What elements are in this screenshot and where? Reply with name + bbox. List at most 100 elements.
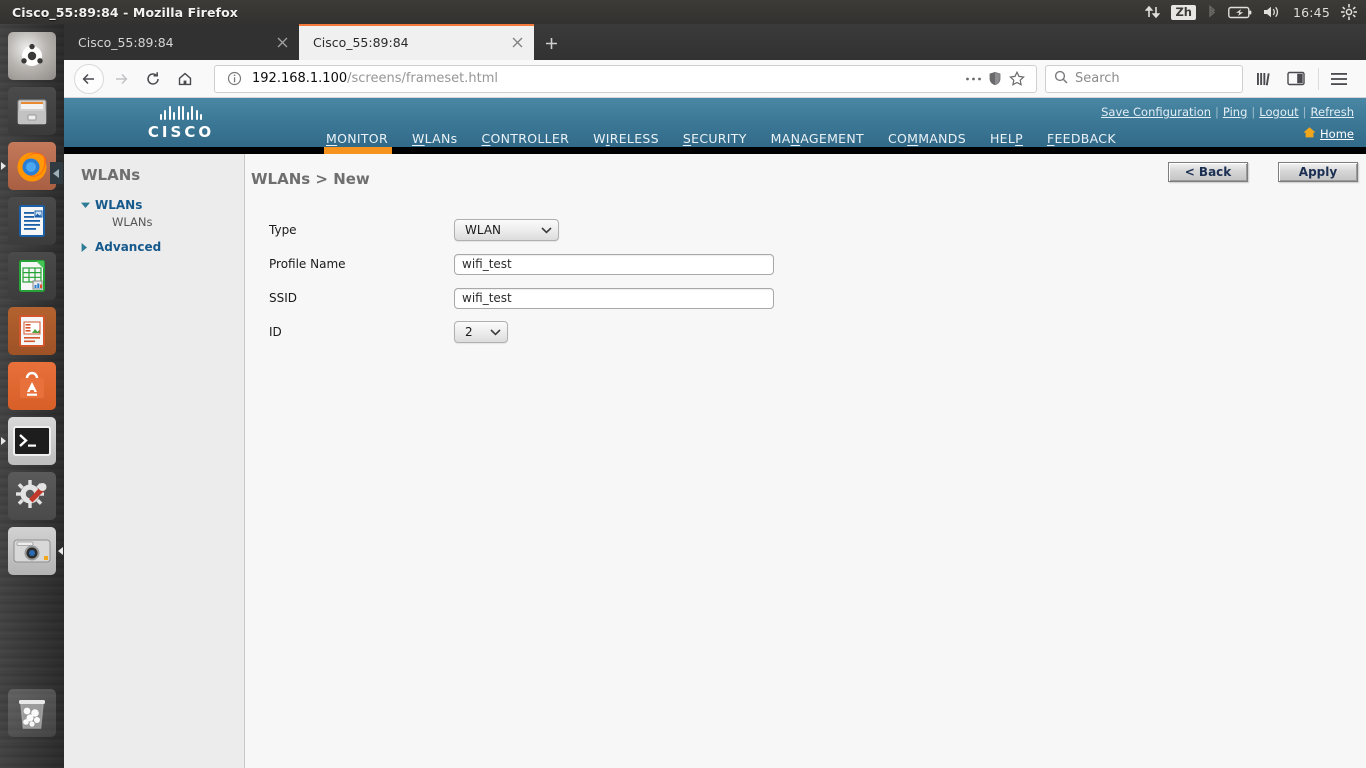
launcher-item-firefox[interactable]	[1, 142, 63, 190]
home-icon[interactable]	[170, 64, 200, 94]
id-label: ID	[269, 325, 282, 339]
nav-item-security[interactable]: SECURITY	[671, 131, 759, 146]
home-link-wrapper[interactable]: Home	[1303, 126, 1354, 141]
sidebar-icon[interactable]	[1281, 64, 1311, 94]
close-icon[interactable]	[508, 33, 526, 51]
launcher-item-system-settings[interactable]	[8, 472, 56, 520]
cisco-nav: MONITOR WLANs CONTROLLER WIRELESS SECURI…	[314, 131, 1128, 146]
tab-title: Cisco_55:89:84	[313, 34, 409, 50]
logout-link[interactable]: Logout	[1259, 105, 1298, 119]
hamburger-menu-icon[interactable]	[1324, 64, 1354, 94]
ping-link[interactable]: Ping	[1223, 105, 1247, 119]
search-icon	[1054, 69, 1068, 88]
sidebar-node-label: Advanced	[95, 240, 162, 254]
ellipsis-icon[interactable]	[962, 68, 984, 90]
launcher-item-libreoffice-impress[interactable]	[8, 307, 56, 355]
running-indicator-left	[1, 437, 6, 445]
bluetooth-icon[interactable]	[1207, 0, 1217, 24]
info-circle-icon[interactable]	[223, 68, 245, 90]
sidebar-child-wlans[interactable]: WLANs	[64, 212, 244, 229]
launcher-item-libreoffice-writer[interactable]	[8, 197, 56, 245]
wlan-new-form: Type WLAN Profile Name wifi_test SSID wi…	[245, 218, 1366, 344]
id-select[interactable]: 2	[454, 321, 508, 343]
library-icon[interactable]	[1249, 64, 1279, 94]
close-icon[interactable]	[273, 33, 291, 51]
input-method-indicator[interactable]: Zh	[1171, 4, 1196, 20]
unity-launcher	[0, 24, 64, 768]
chevron-right-icon[interactable]	[81, 242, 95, 252]
cisco-header: CISCO Save Configuration | Ping | Logout | Ref…	[64, 98, 1366, 154]
save-configuration-link[interactable]: Save Configuration	[1101, 105, 1211, 119]
system-gear-icon[interactable]	[1341, 0, 1357, 24]
launcher-item-terminal[interactable]	[1, 417, 56, 465]
type-select[interactable]: WLAN	[454, 219, 559, 241]
new-tab-button[interactable]	[534, 26, 568, 60]
nav-item-commands[interactable]: COMMANDS	[876, 131, 978, 146]
apply-button[interactable]: Apply	[1278, 162, 1358, 182]
link-separator: |	[1251, 105, 1256, 119]
sidebar-title: WLANs	[81, 166, 141, 184]
cisco-logo[interactable]: CISCO	[126, 106, 236, 141]
type-label: Type	[269, 223, 297, 237]
form-row-ssid: SSID wifi_test	[269, 286, 1366, 310]
url-host: 192.168.1.100	[252, 71, 348, 86]
toolbar-right-actions	[1249, 64, 1356, 94]
nav-item-feedback[interactable]: FEEDBACK	[1035, 131, 1128, 146]
search-input[interactable]: Search	[1045, 64, 1243, 93]
files-cabinet-icon	[8, 87, 56, 135]
launcher-item-files[interactable]	[8, 87, 56, 135]
sidebar-node-wlans[interactable]: WLANs	[64, 194, 244, 212]
battery-charging-icon[interactable]	[1228, 0, 1252, 24]
launcher-item-dash-home[interactable]	[8, 32, 56, 80]
launcher-item-libreoffice-calc[interactable]	[8, 252, 56, 300]
ubuntu-dash-icon	[8, 32, 56, 80]
sidebar-node-advanced[interactable]: Advanced	[64, 236, 244, 254]
terminal-icon	[8, 417, 56, 465]
form-row-type: Type WLAN	[269, 218, 1366, 242]
shield-icon[interactable]	[984, 68, 1006, 90]
sidebar-collapse-button[interactable]	[50, 162, 63, 184]
header-underbar	[64, 147, 1366, 154]
network-up-down-icon[interactable]	[1145, 0, 1161, 24]
link-separator: |	[1302, 105, 1307, 119]
nav-item-wlans[interactable]: WLANs	[400, 131, 470, 146]
launcher-item-camera[interactable]	[8, 527, 63, 575]
profile-name-label: Profile Name	[269, 257, 346, 271]
clock[interactable]: 16:45	[1293, 5, 1330, 20]
star-icon[interactable]	[1006, 68, 1028, 90]
chevron-down-icon[interactable]	[81, 202, 95, 209]
profile-name-input[interactable]: wifi_test	[454, 253, 774, 275]
launcher-item-trash[interactable]	[8, 689, 56, 737]
back-arrow-icon[interactable]	[74, 63, 104, 94]
reload-icon[interactable]	[138, 64, 168, 94]
back-button[interactable]: < Back	[1168, 162, 1248, 182]
camera-icon	[8, 527, 56, 575]
ubuntu-software-bag-icon	[8, 362, 56, 410]
nav-item-wireless[interactable]: WIRELESS	[581, 131, 671, 146]
nav-item-controller[interactable]: CONTROLLER	[469, 131, 581, 146]
window-title: Cisco_55:89:84 - Mozilla Firefox	[12, 4, 238, 20]
browser-toolbar: 192.168.1.100/screens/frameset.html Sear…	[64, 60, 1366, 98]
volume-icon[interactable]	[1263, 0, 1282, 24]
trash-icon	[8, 689, 56, 737]
forward-arrow-icon[interactable]	[106, 64, 136, 94]
tab-title: Cisco_55:89:84	[78, 34, 174, 50]
id-select-value: 2	[465, 325, 473, 339]
home-link[interactable]: Home	[1320, 127, 1354, 141]
cisco-wordmark: CISCO	[147, 123, 215, 141]
nav-item-monitor[interactable]: MONITOR	[314, 131, 400, 146]
desktop-top-panel: Cisco_55:89:84 - Mozilla Firefox Zh 16:4…	[0, 0, 1366, 24]
launcher-item-ubuntu-software[interactable]	[8, 362, 56, 410]
toolbar-divider	[1318, 67, 1319, 90]
nav-item-management[interactable]: MANAGEMENT	[759, 131, 876, 146]
browser-tab-2[interactable]: Cisco_55:89:84	[299, 24, 534, 60]
cisco-bridge-icon	[126, 106, 236, 120]
ssid-input[interactable]: wifi_test	[454, 287, 774, 309]
sidebar-node-label: WLANs	[95, 198, 143, 212]
form-row-profile-name: Profile Name wifi_test	[269, 252, 1366, 276]
url-bar[interactable]: 192.168.1.100/screens/frameset.html	[214, 64, 1037, 93]
browser-tab-1[interactable]: Cisco_55:89:84	[64, 24, 299, 60]
refresh-link[interactable]: Refresh	[1311, 105, 1354, 119]
nav-item-help[interactable]: HELP	[978, 131, 1035, 146]
search-placeholder: Search	[1075, 71, 1120, 86]
